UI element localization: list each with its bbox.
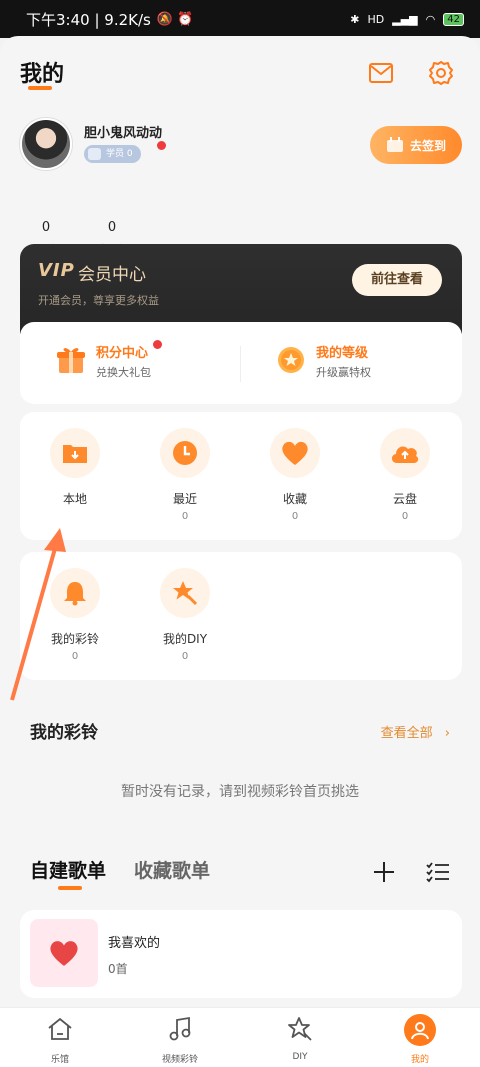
grid-item-count: 0: [401, 511, 409, 522]
alarm-icon: ⏰: [177, 11, 194, 27]
points-center-subtitle: 兑换大礼包: [96, 366, 151, 379]
see-all-label: 查看全部: [380, 726, 433, 741]
heart-icon: [270, 428, 320, 478]
cloud-upload-icon: [380, 428, 430, 478]
mail-icon[interactable]: [366, 58, 396, 88]
grid-item-label: 我的彩铃: [50, 632, 99, 646]
notification-dot: [157, 141, 166, 150]
vip-banner[interactable]: VIP 会员中心 开通会员，尊享更多权益 前往查看: [20, 244, 462, 334]
nav-item-diy[interactable]: DIY: [260, 1014, 340, 1062]
my-level[interactable]: 我的等级 升级赢特权: [276, 342, 462, 382]
vip-subtitle: 开通会员，尊享更多权益: [38, 294, 159, 307]
my-level-subtitle: 升级赢特权: [316, 366, 371, 379]
vip-title: 会员中心: [78, 265, 146, 285]
wifi-icon: ◠: [425, 12, 436, 26]
vip-benefits: 积分中心 兑换大礼包 我的等级 升级赢特权: [20, 322, 462, 404]
playlist-name: 我喜欢的: [108, 936, 161, 951]
clock-icon: [160, 428, 210, 478]
vip-view-button[interactable]: 前往查看: [352, 264, 442, 296]
manage-list-icon[interactable]: [424, 858, 452, 886]
calendar-icon: [386, 137, 403, 152]
star-wand-icon: [160, 568, 210, 618]
heart-icon: [50, 941, 78, 966]
grid-item-cloud[interactable]: 云盘 0: [350, 428, 460, 528]
divider: [240, 346, 241, 382]
gear-icon[interactable]: [426, 58, 456, 88]
stat-value: 0: [107, 220, 117, 235]
grid-item-my-diy[interactable]: 我的DIY 0: [130, 568, 240, 668]
my-level-title: 我的等级: [316, 346, 369, 361]
playlist-tabs: 自建歌单 收藏歌单: [30, 856, 460, 896]
status-time: 下午3:40 | 9.2K/s: [26, 10, 151, 29]
nav-item-video-ringtone[interactable]: 视频彩铃: [140, 1014, 220, 1065]
grid-item-my-ringtones[interactable]: 我的彩铃 0: [20, 568, 130, 668]
signal-icon-2: ▂▄▆: [392, 12, 418, 26]
see-all-link[interactable]: 查看全部 ›: [381, 722, 450, 741]
user-icon: [404, 1014, 436, 1046]
ringtone-section-title: 我的彩铃: [30, 723, 98, 743]
grid-item-local[interactable]: 本地: [20, 428, 130, 528]
bottom-nav: 乐馆 视频彩铃 DIY 我的: [0, 1007, 480, 1067]
main-sheet: 我的 胆小鬼风动动 学员 0 去签到 0 关注 0 粉丝: [0, 36, 480, 1008]
checkin-label: 去签到: [409, 138, 446, 153]
nav-item-home[interactable]: 乐馆: [20, 1014, 100, 1065]
username[interactable]: 胆小鬼风动动: [84, 122, 162, 141]
page-header: 我的: [0, 36, 480, 106]
folder-download-icon: [50, 428, 100, 478]
mute-icon: 🔕: [156, 11, 174, 27]
bell-icon: [50, 568, 100, 618]
library-grid: 本地 最近 0 收藏 0 云盘 0: [20, 412, 462, 540]
tab-favorite-playlists[interactable]: 收藏歌单: [134, 856, 210, 883]
grid-item-count: 0: [71, 651, 79, 662]
music-note-icon: [165, 1014, 195, 1044]
star-icon: [285, 1014, 315, 1044]
grid-item-label: 云盘: [392, 492, 417, 506]
vip-logo: VIP: [38, 260, 75, 281]
badge-icon: [88, 148, 101, 160]
profile-section: 胆小鬼风动动 学员 0 去签到 0 关注 0 粉丝: [20, 118, 462, 257]
playlist-count: 0首: [108, 962, 128, 976]
chevron-right-icon: ›: [444, 726, 450, 741]
nav-label: 乐馆: [50, 1055, 69, 1065]
level-badge-label: 学员 0: [106, 149, 133, 159]
nav-label: 视频彩铃: [161, 1055, 198, 1065]
points-center-title: 积分中心: [96, 346, 149, 361]
grid-item-recent[interactable]: 最近 0: [130, 428, 240, 528]
battery-indicator: 42: [443, 12, 464, 26]
star-medal-icon: [278, 347, 304, 373]
gift-icon: [57, 348, 85, 373]
bluetooth-icon: ✱: [350, 12, 360, 26]
active-tab-indicator: [58, 886, 82, 890]
grid-item-count: 0: [181, 651, 189, 662]
ringtone-grid: 我的彩铃 0 我的DIY 0: [20, 552, 462, 680]
grid-item-label: 本地: [62, 492, 87, 506]
signal-icon: HD: [367, 12, 385, 26]
playlist-item[interactable]: 我喜欢的 0首: [20, 910, 462, 998]
empty-state-text: 暂时没有记录，请到视频彩铃首页挑选: [121, 784, 359, 800]
checkin-button[interactable]: 去签到: [370, 126, 462, 164]
nav-item-mine[interactable]: 我的: [380, 1014, 460, 1065]
grid-item-count: 0: [291, 511, 299, 522]
nav-label: DIY: [292, 1052, 308, 1062]
page-title: 我的: [20, 62, 65, 87]
vip-card: VIP 会员中心 开通会员，尊享更多权益 前往查看 积分中心 兑换大礼包 我的等…: [20, 244, 462, 404]
playlist-cover: [30, 919, 98, 987]
plus-icon[interactable]: [370, 858, 398, 886]
notification-dot: [153, 340, 162, 349]
tab-created-playlists[interactable]: 自建歌单: [30, 856, 106, 883]
nav-label: 我的: [410, 1055, 429, 1065]
home-icon: [45, 1014, 75, 1044]
grid-item-label: 我的DIY: [162, 632, 208, 646]
grid-item-label: 最近: [172, 492, 197, 506]
grid-item-count: 0: [181, 511, 189, 522]
grid-item-favorites[interactable]: 收藏 0: [240, 428, 350, 528]
stat-value: 0: [41, 220, 51, 235]
title-underline: [28, 86, 52, 90]
status-bar: 下午3:40 | 9.2K/s 🔕 ⏰ ✱ HD ▂▄▆ ◠ 42: [0, 0, 480, 38]
points-center[interactable]: 积分中心 兑换大礼包: [56, 340, 256, 382]
avatar[interactable]: [20, 118, 72, 170]
level-badge[interactable]: 学员 0: [84, 145, 141, 163]
grid-item-label: 收藏: [282, 492, 307, 506]
